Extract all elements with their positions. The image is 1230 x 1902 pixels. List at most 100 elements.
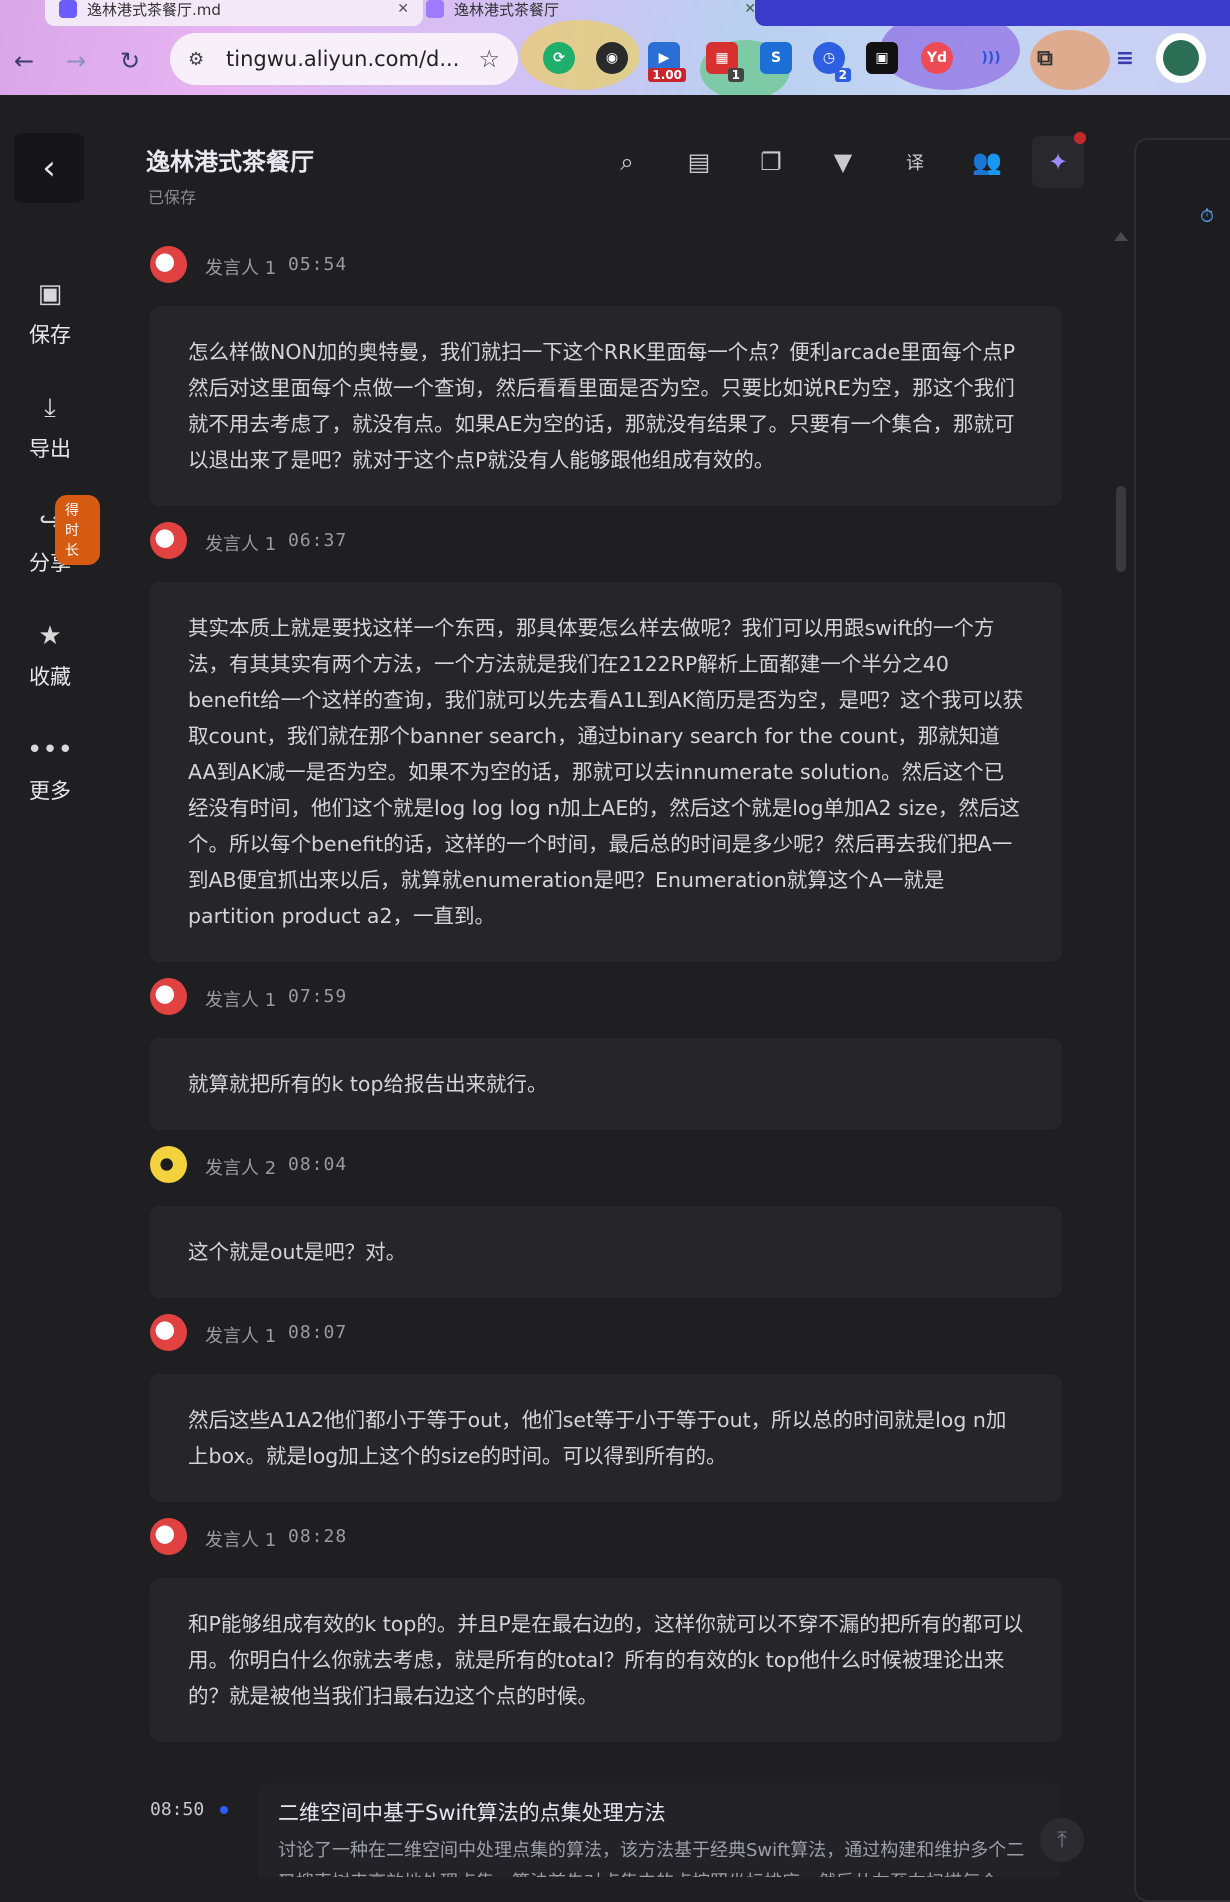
speaker-name[interactable]: 发言人 1: [205, 254, 276, 280]
timestamp[interactable]: 05:54: [288, 254, 347, 275]
search-icon[interactable]: ⌕: [605, 140, 649, 184]
rail-label: 导出: [29, 437, 71, 461]
reload-icon[interactable]: ↻: [112, 43, 148, 79]
profile-avatar[interactable]: [1156, 33, 1206, 83]
rail-item-favorite[interactable]: ★ 收藏: [0, 619, 100, 691]
more-icon: •••: [26, 735, 73, 765]
chapter-summary: 08:50 二维空间中基于Swift算法的点集处理方法 讨论了一种在二维空间中处…: [150, 1783, 1062, 1877]
address-bar[interactable]: ⚙ tingwu.aliyun.com/d... ☆: [170, 33, 518, 85]
site-settings-icon[interactable]: ⚙: [188, 49, 218, 70]
rail-item-save[interactable]: ▣ 保存: [0, 277, 100, 349]
chapter-title[interactable]: 二维空间中基于Swift算法的点集处理方法: [278, 1797, 666, 1827]
share-reward-badge[interactable]: 得时长: [55, 495, 100, 565]
speaker-line: 发言人 2 08:04: [150, 1146, 1062, 1184]
avatar[interactable]: [150, 246, 187, 283]
users-icon[interactable]: 👥: [965, 140, 1009, 184]
timestamp[interactable]: 08:28: [288, 1526, 347, 1547]
document-icon[interactable]: ▤: [677, 140, 721, 184]
url-text: tingwu.aliyun.com/d...: [226, 47, 460, 71]
save-status: 已保存: [148, 188, 197, 207]
magic-wand-icon[interactable]: ✦: [1032, 132, 1086, 188]
rail-label: 保存: [29, 323, 71, 347]
puzzle-ext-icon[interactable]: ⧉: [1029, 42, 1061, 74]
left-rail: ‹ ▣ 保存 ⤓ 导出 ↪ 分享 得时长 ★ 收藏 ••• 更多: [0, 95, 100, 1877]
rail-label: 收藏: [29, 665, 71, 689]
tab-favicon-icon: [59, 0, 77, 18]
tab-tingwu[interactable]: 逸林港式茶餐厅 ✕: [412, 0, 770, 26]
star-icon: ★: [38, 621, 62, 651]
rail-item-export[interactable]: ⤓ 导出: [0, 391, 100, 463]
save-icon: ▣: [37, 279, 63, 309]
transcript-text[interactable]: 其实本质上就是要找这样一个东西，那具体要怎么样去做呢？我们可以用跟swift的一…: [150, 582, 1062, 962]
speaker-name[interactable]: 发言人 1: [205, 530, 276, 556]
avatar: [1163, 40, 1199, 76]
notification-dot: [1074, 132, 1086, 144]
speaker-name[interactable]: 发言人 1: [205, 1322, 276, 1348]
scrollbar-thumb[interactable]: [1116, 486, 1126, 572]
transcript-text[interactable]: 怎么样做NON加的奥特曼，我们就扫一下这个RRK里面每一个点？便利arcade里…: [150, 306, 1062, 506]
back-arrow-icon[interactable]: ←: [6, 43, 42, 79]
avatar[interactable]: [150, 978, 187, 1015]
speaker-line: 发言人 1 05:54: [150, 246, 1062, 284]
speaker-line: 发言人 1 08:07: [150, 1314, 1062, 1352]
speaker-line: 发言人 1 07:59: [150, 978, 1062, 1016]
filter-icon[interactable]: ▼: [821, 140, 865, 184]
refresh-ext-icon[interactable]: ⟳: [543, 42, 575, 74]
transcript-text[interactable]: 就算就把所有的k top给报告出来就行。: [150, 1038, 1062, 1130]
close-icon[interactable]: ✕: [397, 1, 409, 17]
timestamp[interactable]: 06:37: [288, 530, 347, 551]
transcript-text[interactable]: 这个就是out是吧？对。: [150, 1206, 1062, 1298]
avatar[interactable]: [150, 1314, 187, 1351]
timestamp[interactable]: 08:04: [288, 1154, 347, 1175]
speaker-name[interactable]: 发言人 1: [205, 1526, 276, 1552]
chapter-timestamp[interactable]: 08:50: [150, 1799, 204, 1820]
transcript-text[interactable]: 和P能够组成有效的k top的。并且P是在最右边的，这样你就可以不穿不漏的把所有…: [150, 1578, 1062, 1742]
avatar[interactable]: [150, 1146, 187, 1183]
queue-ext-icon[interactable]: ≡: [1109, 42, 1141, 74]
copy-icon[interactable]: ❐: [749, 140, 793, 184]
speed-ext-icon[interactable]: ▶ 1.00: [648, 42, 686, 82]
side-panel: [1134, 138, 1230, 1902]
history-icon[interactable]: ⏱: [1200, 206, 1214, 227]
s-ext-icon[interactable]: S: [760, 42, 792, 74]
video-ext-icon[interactable]: ▣: [866, 42, 898, 74]
transcript-segment: 发言人 1 08:28 和P能够组成有效的k top的。并且P是在最右边的，这样…: [150, 1518, 1062, 1742]
tab-other[interactable]: [755, 0, 1230, 26]
clock-ext-icon[interactable]: ◷ 2: [813, 42, 851, 82]
timeline-dot: [220, 1806, 228, 1814]
speaker-line: 发言人 1 08:28: [150, 1518, 1062, 1556]
export-icon: ⤓: [44, 393, 56, 423]
transcript-segment: 发言人 2 08:04 这个就是out是吧？对。: [150, 1146, 1062, 1298]
back-to-top-button[interactable]: ⤒: [1040, 1818, 1084, 1862]
scroll-up-arrow-icon[interactable]: [1114, 232, 1128, 241]
transcript-segment: 发言人 1 06:37 其实本质上就是要找这样一个东西，那具体要怎么样去做呢？我…: [150, 522, 1062, 962]
calendar-ext-icon[interactable]: ▦ 1: [706, 42, 744, 82]
transcript-segment: 发言人 1 07:59 就算就把所有的k top给报告出来就行。: [150, 978, 1062, 1130]
rail-label: 更多: [29, 779, 71, 803]
translate-icon[interactable]: 译: [893, 140, 937, 184]
glasses-ext-icon[interactable]: ◉: [596, 42, 628, 74]
rail-item-more[interactable]: ••• 更多: [0, 733, 100, 805]
broadcast-ext-icon[interactable]: ))): [975, 42, 1007, 74]
bookmark-star-icon[interactable]: ☆: [478, 45, 500, 73]
forward-arrow-icon[interactable]: →: [58, 43, 94, 79]
chevron-left-icon: ‹: [42, 148, 56, 188]
browser-chrome: 逸林港式茶餐厅.md ✕ 逸林港式茶餐厅 ✕ ← → ↻ ⚙ tingwu.al…: [0, 0, 1230, 95]
timestamp[interactable]: 07:59: [288, 986, 347, 1007]
tab-favicon-icon: [426, 0, 444, 18]
speaker-name[interactable]: 发言人 2: [205, 1154, 276, 1180]
tab-label: 逸林港式茶餐厅.md: [87, 0, 221, 19]
avatar[interactable]: [150, 1518, 187, 1555]
tab-markdown[interactable]: 逸林港式茶餐厅.md ✕: [45, 0, 423, 26]
yd-ext-icon[interactable]: Yd: [921, 42, 953, 74]
transcript-text[interactable]: 然后这些A1A2他们都小于等于out，他们set等于小于等于out，所以总的时间…: [150, 1374, 1062, 1502]
speaker-name[interactable]: 发言人 1: [205, 986, 276, 1012]
back-button[interactable]: ‹: [14, 133, 84, 203]
arrow-up-icon: ⤒: [1057, 1827, 1067, 1853]
page-title[interactable]: 逸林港式茶餐厅: [146, 142, 314, 177]
transcript-segment: 发言人 1 08:07 然后这些A1A2他们都小于等于out，他们set等于小于…: [150, 1314, 1062, 1502]
timestamp[interactable]: 08:07: [288, 1322, 347, 1343]
speaker-line: 发言人 1 06:37: [150, 522, 1062, 560]
chapter-description: 讨论了一种在二维空间中处理点集的算法，该方法基于经典Swift算法，通过构建和维…: [278, 1840, 1025, 1877]
avatar[interactable]: [150, 522, 187, 559]
